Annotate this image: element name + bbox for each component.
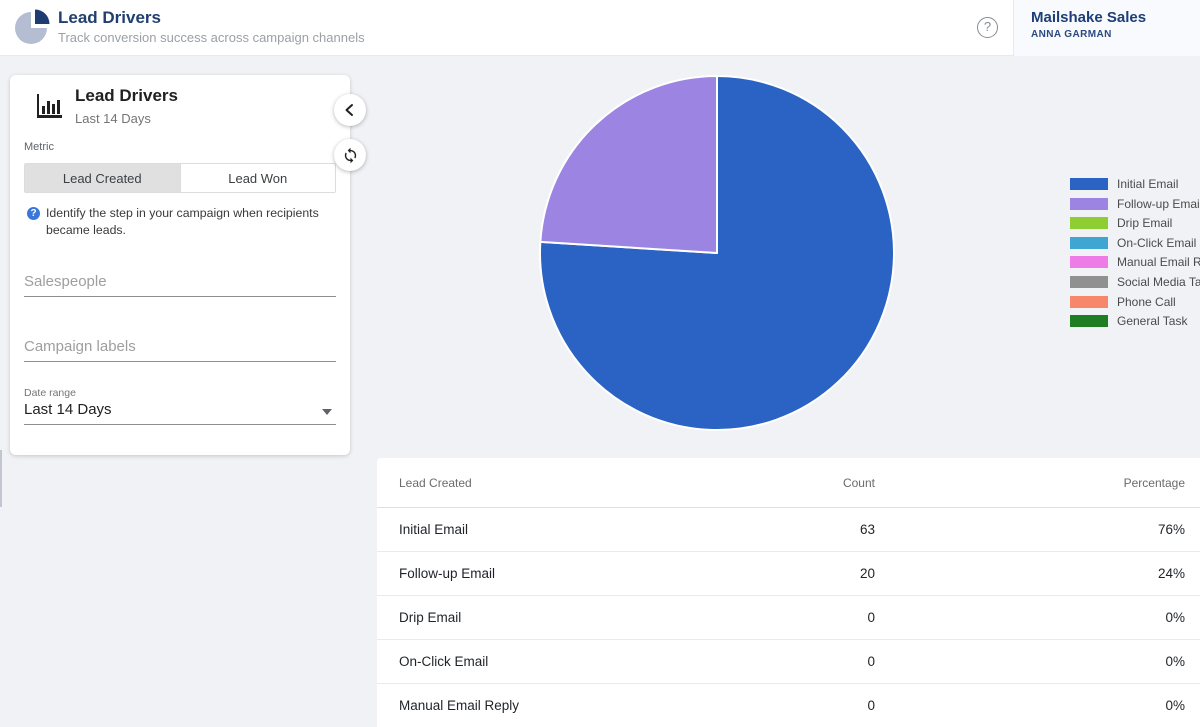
pie-slice-follow-up-email[interactable]	[539, 75, 718, 254]
date-range-label: Date range	[24, 387, 76, 399]
legend-label: Manual Email Reply	[1117, 255, 1200, 270]
legend-label: Initial Email	[1117, 177, 1179, 191]
tab-lead-won[interactable]: Lead Won	[179, 164, 335, 192]
refresh-button[interactable]	[334, 139, 366, 171]
left-edge-strip	[0, 450, 2, 507]
legend-item: Manual Email Reply	[1070, 255, 1200, 270]
legend-swatch	[1070, 256, 1108, 269]
legend-swatch	[1070, 275, 1108, 288]
legend-swatch	[1070, 217, 1108, 230]
row-label: Follow-up Email	[399, 566, 496, 581]
app-logo-pie-icon	[15, 9, 50, 44]
legend-item: On-Click Email	[1070, 235, 1200, 250]
table-row: Follow-up Email 20 24%	[377, 552, 1200, 596]
refresh-sync-icon	[344, 147, 356, 163]
legend-label: General Task	[1117, 314, 1188, 329]
row-percentage: 76%	[1157, 522, 1185, 537]
account-name: Mailshake Sales	[1031, 9, 1147, 26]
info-help-icon: ?	[27, 207, 40, 220]
row-percentage: 0%	[1165, 610, 1185, 625]
account-menu[interactable]: Mailshake Sales ANNA GARMAN	[1014, 0, 1200, 56]
salespeople-input[interactable]	[24, 267, 336, 297]
legend-item: Phone Call	[1070, 294, 1200, 309]
column-header-percentage: Percentage	[1123, 475, 1185, 490]
row-label: Manual Email Reply	[399, 698, 520, 713]
pie-chart	[539, 75, 895, 431]
table-row: Initial Email 63 76%	[377, 508, 1200, 552]
legend-label: Phone Call	[1117, 294, 1176, 309]
page-title: Lead Drivers	[58, 8, 161, 27]
date-range-value: Last 14 Days	[24, 401, 112, 418]
chevron-left-icon	[345, 104, 353, 116]
column-header-count: Count	[842, 475, 875, 490]
table-row: Manual Email Reply 0 0%	[377, 684, 1200, 727]
metric-toggle: Lead Created Lead Won	[24, 163, 336, 193]
date-range-select[interactable]: Last 14 Days	[24, 401, 336, 425]
legend-swatch	[1070, 236, 1108, 249]
chart-legend: Initial Email Follow-up Email Drip Email…	[1070, 177, 1200, 335]
metric-info-text: Identify the step in your campaign when …	[46, 206, 319, 237]
legend-item: General Task	[1070, 314, 1200, 329]
filters-panel: Lead Drivers Last 14 Days Metric Lead Cr…	[10, 75, 350, 455]
table-row: Drip Email 0 0%	[377, 596, 1200, 640]
account-user: ANNA GARMAN	[1031, 29, 1112, 40]
row-percentage: 0%	[1165, 698, 1185, 713]
row-percentage: 24%	[1157, 566, 1185, 581]
panel-title: Lead Drivers	[75, 86, 178, 105]
table-body: Initial Email 63 76% Follow-up Email 20 …	[377, 508, 1200, 727]
metric-label: Metric	[24, 141, 54, 153]
legend-item: Initial Email	[1070, 177, 1200, 191]
legend-label: Follow-up Email	[1117, 196, 1200, 211]
collapse-panel-button[interactable]	[334, 94, 366, 126]
tab-lead-created[interactable]: Lead Created	[25, 164, 180, 192]
app-header: Lead Drivers Track conversion success ac…	[0, 0, 1200, 56]
legend-swatch	[1070, 295, 1108, 308]
table-header-row: Lead Created Count Percentage	[377, 458, 1200, 508]
bar-chart-icon	[37, 94, 62, 118]
table-row: On-Click Email 0 0%	[377, 640, 1200, 684]
column-header-lead-created: Lead Created	[399, 475, 472, 490]
row-count: 20	[859, 566, 875, 581]
help-icon[interactable]: ?	[977, 17, 998, 38]
results-table: Lead Created Count Percentage Initial Em…	[377, 458, 1200, 727]
metric-info: ? Identify the step in your campaign whe…	[27, 205, 329, 239]
row-label: On-Click Email	[399, 654, 489, 669]
legend-item: Social Media Task	[1070, 274, 1200, 289]
legend-swatch	[1070, 315, 1108, 328]
row-count: 0	[867, 698, 875, 713]
campaign-labels-input[interactable]	[24, 332, 336, 362]
row-label: Drip Email	[399, 610, 462, 625]
legend-label: Drip Email	[1117, 216, 1173, 231]
row-count: 63	[859, 522, 875, 537]
legend-item: Drip Email	[1070, 216, 1200, 231]
panel-subtitle: Last 14 Days	[75, 111, 151, 126]
legend-label: On-Click Email	[1117, 235, 1197, 250]
chevron-down-icon	[322, 409, 332, 415]
row-label: Initial Email	[399, 522, 469, 537]
legend-swatch	[1070, 197, 1108, 210]
row-count: 0	[867, 610, 875, 625]
legend-item: Follow-up Email	[1070, 196, 1200, 211]
legend-swatch	[1070, 178, 1108, 190]
page-subtitle: Track conversion success across campaign…	[58, 30, 365, 45]
pie-chart-area	[517, 63, 917, 444]
legend-label: Social Media Task	[1117, 274, 1200, 289]
row-percentage: 0%	[1165, 654, 1185, 669]
row-count: 0	[867, 654, 875, 669]
